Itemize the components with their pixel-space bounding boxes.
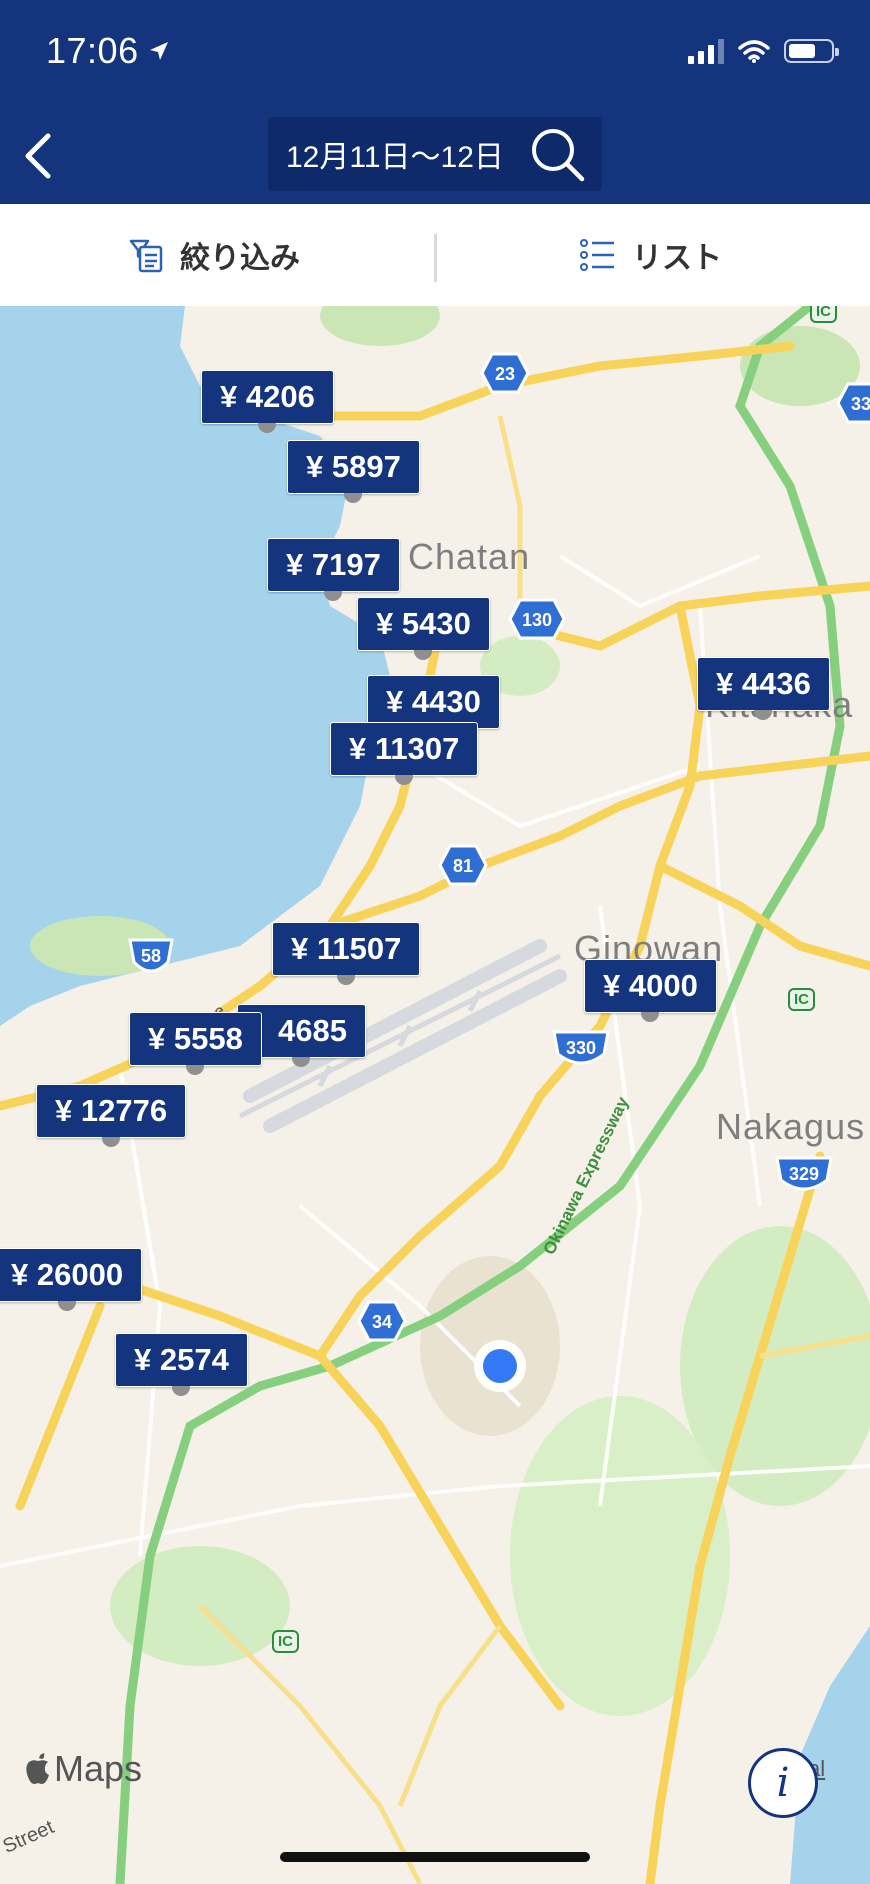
route-shield-81: 81 — [438, 844, 488, 886]
cell-signal-icon — [688, 38, 724, 64]
list-button[interactable]: リスト — [580, 204, 722, 306]
status-time: 17:06 — [46, 30, 171, 72]
status-indicators — [688, 38, 839, 64]
battery-icon — [784, 39, 839, 63]
chevron-left-icon — [25, 133, 51, 179]
price-marker[interactable]: ¥ 4000 — [584, 959, 717, 1022]
map-view[interactable]: Chatan Kitanaka Ginowan Nakagus Pipe Lin… — [0, 306, 870, 1884]
route-shield-34: 34 — [357, 1300, 407, 1342]
price-marker[interactable]: ¥ 26000 — [0, 1248, 143, 1311]
wifi-icon — [738, 40, 770, 63]
list-icon — [580, 239, 614, 271]
svg-text:33: 33 — [851, 394, 870, 414]
price-marker[interactable]: ¥ 11307 — [330, 722, 479, 785]
ic-badge-east: IC — [788, 988, 815, 1011]
svg-text:34: 34 — [372, 1312, 392, 1332]
filter-button[interactable]: 絞り込み — [128, 204, 300, 306]
info-icon: i — [776, 1760, 790, 1806]
info-button[interactable]: i — [748, 1748, 818, 1818]
location-arrow-icon — [149, 42, 168, 60]
price-marker[interactable]: ¥ 5430 — [357, 597, 490, 660]
date-search-field[interactable]: 12月11日〜12日 — [268, 117, 602, 191]
route-shield-33: 33 — [836, 382, 870, 424]
svg-text:330: 330 — [566, 1038, 596, 1058]
filter-label: 絞り込み — [180, 242, 300, 275]
back-button[interactable] — [18, 128, 62, 184]
place-label-nakagus: Nakagus — [716, 1106, 866, 1147]
price-marker[interactable]: ¥ 4430 — [367, 675, 500, 738]
price-marker[interactable]: ¥ 2574 — [115, 1333, 248, 1396]
price-marker[interactable]: ¥ 5897 — [287, 440, 420, 503]
price-marker[interactable]: ¥ 12776 — [36, 1084, 187, 1147]
date-range-text: 12月11日〜12日 — [286, 141, 504, 174]
map-toolbar: 絞り込み リスト — [0, 204, 870, 306]
price-marker[interactable]: ¥ 5558 — [129, 1012, 262, 1075]
route-shield-330: 330 — [550, 1028, 612, 1070]
route-shield-329: 329 — [773, 1154, 835, 1196]
filter-icon — [129, 239, 163, 273]
list-label: リスト — [632, 242, 722, 275]
ic-badge-north: IC — [810, 306, 837, 323]
clock-text: 17:06 — [46, 30, 139, 71]
maps-logo-text: Maps — [54, 1748, 143, 1789]
svg-text:81: 81 — [453, 856, 473, 876]
ic-badge-south: IC — [272, 1630, 299, 1653]
apple-logo-icon — [26, 1753, 49, 1784]
svg-text:23: 23 — [495, 364, 515, 384]
svg-text:329: 329 — [789, 1164, 819, 1184]
route-shield-130: 130 — [508, 598, 566, 640]
apple-maps-logo: Maps — [24, 1748, 142, 1790]
price-marker[interactable]: ¥ 4436 — [697, 657, 830, 720]
toolbar-divider — [434, 234, 437, 282]
route-shield-23: 23 — [480, 352, 530, 394]
route-shield-58: 58 — [126, 936, 176, 978]
svg-text:130: 130 — [522, 610, 552, 630]
app-header: 17:06 12月11日〜12日 — [0, 0, 870, 204]
place-label-chatan: Chatan — [408, 536, 531, 577]
search-icon — [532, 129, 585, 182]
price-marker[interactable]: ¥ 11507 — [272, 922, 421, 985]
price-marker[interactable]: ¥ 7197 — [267, 538, 400, 601]
svg-text:58: 58 — [141, 946, 161, 966]
home-indicator[interactable] — [280, 1852, 590, 1862]
price-marker[interactable]: ¥ 4206 — [201, 370, 334, 433]
